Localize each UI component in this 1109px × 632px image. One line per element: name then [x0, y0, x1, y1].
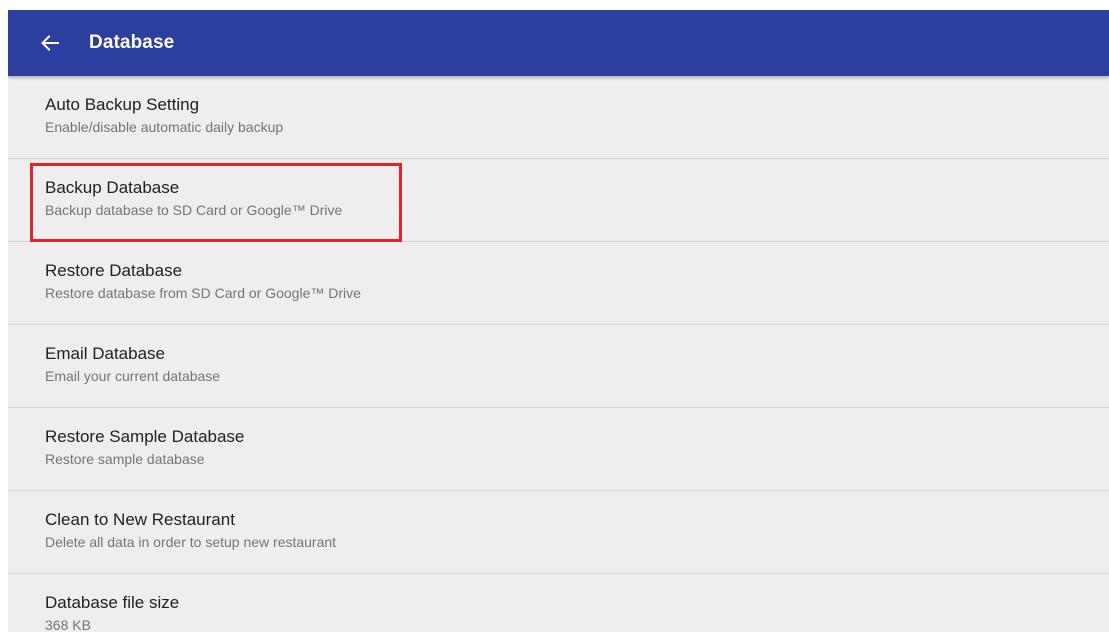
pref-summary: Restore database from SD Card or Google™… — [45, 285, 361, 301]
pref-title: Restore Database — [45, 261, 183, 280]
pref-title: Email Database — [45, 344, 166, 363]
pref-backup-database[interactable]: Backup Database Backup database to SD Ca… — [8, 159, 1109, 242]
pref-title: Restore Sample Database — [45, 427, 245, 446]
pref-summary: Email your current database — [45, 368, 221, 384]
pref-auto-backup-setting[interactable]: Auto Backup Setting Enable/disable autom… — [8, 76, 1109, 159]
arrow-back-icon[interactable] — [38, 31, 62, 55]
pref-summary: 368 KB — [45, 617, 91, 632]
pref-restore-database[interactable]: Restore Database Restore database from S… — [8, 242, 1109, 325]
pref-title: Auto Backup Setting — [45, 95, 200, 114]
app-window: Database Auto Backup Setting Enable/disa… — [8, 10, 1109, 632]
preference-list: Auto Backup Setting Enable/disable autom… — [8, 76, 1109, 632]
app-bar: Database — [8, 10, 1109, 76]
pref-database-file-size[interactable]: Database file size 368 KB — [8, 574, 1109, 632]
pref-title: Backup Database — [45, 178, 180, 197]
pref-summary: Backup database to SD Card or Google™ Dr… — [45, 202, 343, 218]
pref-summary: Restore sample database — [45, 451, 205, 467]
pref-restore-sample-database[interactable]: Restore Sample Database Restore sample d… — [8, 408, 1109, 491]
pref-clean-to-new-restaurant[interactable]: Clean to New Restaurant Delete all data … — [8, 491, 1109, 574]
page-title: Database — [89, 32, 175, 53]
pref-summary: Enable/disable automatic daily backup — [45, 119, 284, 135]
pref-title: Database file size — [45, 593, 180, 612]
pref-email-database[interactable]: Email Database Email your current databa… — [8, 325, 1109, 408]
pref-summary: Delete all data in order to setup new re… — [45, 534, 337, 550]
pref-title: Clean to New Restaurant — [45, 510, 235, 529]
